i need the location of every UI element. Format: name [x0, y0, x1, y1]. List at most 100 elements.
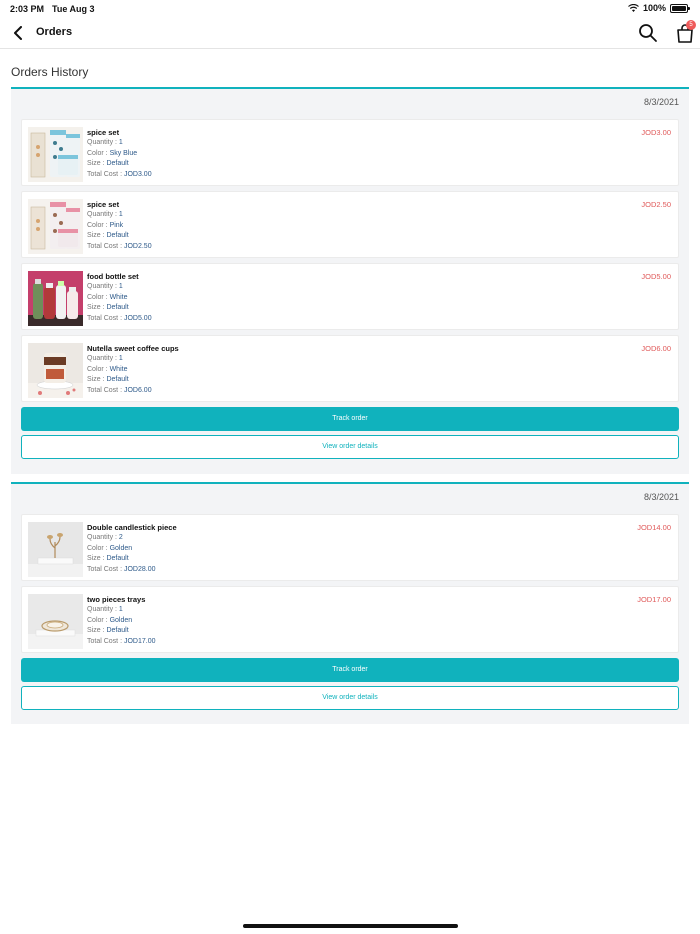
- size-value: Default: [106, 555, 129, 562]
- order-item[interactable]: food bottle set Quantity : 1 Color : Whi…: [21, 263, 679, 330]
- total-label: Total Cost :: [87, 170, 124, 178]
- status-bar: 2:03 PM Tue Aug 3 100%: [0, 0, 700, 18]
- product-name: Nutella sweet coffee cups: [87, 344, 179, 353]
- order-item[interactable]: two pieces trays Quantity : 1 Color : Go…: [21, 586, 679, 653]
- quantity-label: Quantity :: [87, 283, 119, 290]
- product-name: spice set: [87, 128, 120, 137]
- item-quantity: Quantity : 1: [87, 139, 123, 146]
- battery-icon: [670, 3, 690, 13]
- size-label: Size :: [87, 160, 107, 167]
- size-label: Size :: [87, 232, 107, 239]
- view-order-details-button[interactable]: View order details: [21, 435, 679, 459]
- total-value: JOD2.50: [123, 242, 152, 250]
- chevron-left-icon: [14, 26, 22, 40]
- quantity-value: 1: [118, 355, 123, 362]
- back-button[interactable]: [10, 24, 26, 42]
- order-card: 8/3/2021 Double candlestick piece Quanti…: [11, 482, 689, 724]
- nav-bar: Orders 5: [0, 18, 700, 49]
- item-color: Color : White: [87, 366, 127, 373]
- track-order-button[interactable]: Track order: [21, 407, 679, 431]
- battery-percent: 100%: [642, 3, 666, 13]
- item-total: Total Cost : JOD6.00: [87, 387, 152, 394]
- order-item[interactable]: spice set Quantity : 1 Color : Sky Blue …: [21, 119, 679, 186]
- total-value: JOD6.00: [123, 386, 152, 394]
- order-card: 8/3/2021 spice set Quantity : 1 Color : …: [11, 87, 689, 474]
- item-size: Size : Default: [87, 627, 129, 634]
- search-button[interactable]: [638, 23, 658, 43]
- nav-title: Orders: [36, 26, 73, 38]
- quantity-value: 1: [118, 139, 123, 146]
- order-item[interactable]: Nutella sweet coffee cups Quantity : 1 C…: [21, 335, 679, 402]
- item-quantity: Quantity : 1: [87, 283, 123, 290]
- item-size: Size : Default: [87, 160, 129, 167]
- quantity-label: Quantity :: [87, 211, 119, 218]
- item-color: Color : White: [87, 294, 127, 301]
- item-price: JOD6.00: [641, 344, 671, 353]
- item-total: Total Cost : JOD17.00: [87, 638, 156, 645]
- item-color: Color : Pink: [87, 222, 123, 229]
- status-date: Tue Aug 3: [52, 4, 95, 14]
- order-date: 8/3/2021: [643, 97, 679, 107]
- status-time: 2:03 PM: [10, 4, 45, 14]
- color-label: Color :: [87, 616, 110, 624]
- color-label: Color :: [87, 365, 110, 373]
- item-quantity: Quantity : 1: [87, 606, 123, 613]
- total-value: JOD28.00: [123, 565, 156, 573]
- item-quantity: Quantity : 1: [87, 211, 123, 218]
- wifi-icon: [628, 3, 639, 12]
- item-price: JOD14.00: [637, 523, 671, 532]
- item-total: Total Cost : JOD28.00: [87, 566, 156, 573]
- item-quantity: Quantity : 1: [87, 355, 123, 362]
- product-name: two pieces trays: [87, 595, 146, 604]
- quantity-label: Quantity :: [87, 355, 119, 362]
- product-name: spice set: [87, 200, 120, 209]
- status-indicators: 100%: [628, 3, 690, 13]
- size-label: Size :: [87, 627, 107, 634]
- item-color: Color : Golden: [87, 545, 132, 552]
- cart-button[interactable]: 5: [674, 20, 696, 44]
- color-value: Sky Blue: [109, 149, 138, 157]
- size-label: Size :: [87, 376, 107, 383]
- total-label: Total Cost :: [87, 637, 124, 645]
- product-image: [28, 127, 83, 182]
- order-date: 8/3/2021: [643, 492, 679, 502]
- item-total: Total Cost : JOD3.00: [87, 171, 152, 178]
- cart-count-badge: 5: [686, 20, 696, 30]
- size-label: Size :: [87, 555, 107, 562]
- page-title: Orders History: [11, 65, 89, 79]
- item-color: Color : Golden: [87, 617, 132, 624]
- total-value: JOD3.00: [123, 170, 152, 178]
- product-image: [28, 271, 83, 326]
- track-order-button[interactable]: Track order: [21, 658, 679, 682]
- color-value: Golden: [109, 544, 133, 552]
- item-color: Color : Sky Blue: [87, 150, 137, 157]
- size-value: Default: [106, 627, 129, 634]
- color-value: White: [109, 365, 128, 373]
- color-value: White: [109, 293, 128, 301]
- total-label: Total Cost :: [87, 242, 124, 250]
- size-label: Size :: [87, 304, 107, 311]
- quantity-value: 2: [118, 534, 123, 541]
- quantity-label: Quantity :: [87, 139, 119, 146]
- quantity-label: Quantity :: [87, 534, 119, 541]
- item-size: Size : Default: [87, 555, 129, 562]
- quantity-label: Quantity :: [87, 606, 119, 613]
- order-item[interactable]: Double candlestick piece Quantity : 2 Co…: [21, 514, 679, 581]
- item-size: Size : Default: [87, 232, 129, 239]
- product-image: [28, 522, 83, 577]
- color-label: Color :: [87, 293, 110, 301]
- product-image: [28, 594, 83, 649]
- item-size: Size : Default: [87, 376, 129, 383]
- product-name: food bottle set: [87, 272, 139, 281]
- item-total: Total Cost : JOD5.00: [87, 315, 152, 322]
- color-label: Color :: [87, 221, 110, 229]
- item-size: Size : Default: [87, 304, 129, 311]
- order-item[interactable]: spice set Quantity : 1 Color : Pink Size…: [21, 191, 679, 258]
- size-value: Default: [106, 160, 129, 167]
- total-label: Total Cost :: [87, 565, 124, 573]
- item-price: JOD5.00: [641, 272, 671, 281]
- size-value: Default: [106, 304, 129, 311]
- home-indicator[interactable]: [243, 924, 458, 928]
- quantity-value: 1: [118, 283, 123, 290]
- view-order-details-button[interactable]: View order details: [21, 686, 679, 710]
